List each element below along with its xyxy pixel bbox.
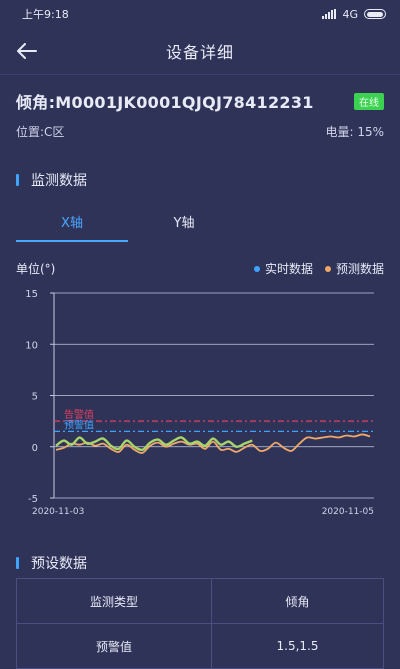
nav-bar: 设备详细 [0, 28, 400, 75]
device-header: 倾角:M0001JK0001QJQJ78412231 在线 [0, 89, 400, 113]
chart-legend: 实时数据 预测数据 [253, 260, 384, 277]
device-meta: 位置:C区 电量: 15% [0, 123, 400, 140]
device-location: 位置:C区 [16, 125, 65, 139]
y-tick-label: 5 [32, 392, 38, 403]
chart-legend-row: 单位(°) 实时数据 预测数据 [0, 260, 400, 277]
table-cell: 监测类型 [15, 578, 213, 624]
section-marker [16, 174, 19, 186]
battery-icon [364, 9, 386, 19]
legend-label-forecast: 预测数据 [335, 262, 384, 276]
status-icons: 4G [322, 8, 386, 21]
series-line-forecast [55, 433, 371, 454]
network-type: 4G [342, 7, 358, 21]
legend-item-realtime: 实时数据 [253, 260, 313, 277]
threshold-label: 告警值 [64, 408, 94, 421]
y-tick-label: 10 [25, 340, 38, 351]
table-cell: 预警值 [15, 623, 213, 669]
table-cell: 1.5,1.5 [211, 623, 384, 669]
status-time: 上午9:18 [22, 8, 69, 21]
x-tick-label: 2020-11-03 [32, 507, 84, 517]
table-row: 预警值 1.5,1.5 [15, 623, 384, 669]
monitor-title-text: 监测数据 [31, 173, 87, 189]
device-battery: 电量: 15% [325, 125, 384, 139]
y-tick-label: -5 [28, 494, 38, 505]
threshold-label: 预警值 [64, 418, 94, 431]
preset-title-text: 预设数据 [31, 556, 87, 572]
page-title: 设备详细 [165, 43, 234, 62]
y-tick-label: 15 [25, 289, 38, 300]
tab-y-axis[interactable]: Y轴 [128, 212, 240, 242]
tab-x-axis[interactable]: X轴 [16, 212, 128, 242]
section-marker [16, 557, 19, 569]
preset-table: 监测类型 倾角 预警值 1.5,1.5 [15, 578, 384, 669]
legend-label-realtime: 实时数据 [264, 262, 313, 276]
line-chart: 15 10 5 0 -5 告警值预警值 2020-11-03 2020-11-05 [25, 289, 374, 517]
legend-dot-icon [324, 265, 331, 272]
preset-section-title: 预设数据 [0, 553, 87, 573]
table-row: 监测类型 倾角 [15, 578, 384, 624]
monitor-section-title: 监测数据 [0, 170, 400, 190]
arrow-left-icon [17, 43, 37, 59]
device-name: 倾角:M0001JK0001QJQJ78412231 [16, 93, 314, 112]
legend-item-forecast: 预测数据 [324, 260, 384, 277]
status-badge: 在线 [354, 92, 384, 110]
x-tick-label: 2020-11-05 [322, 507, 374, 517]
table-cell: 倾角 [211, 578, 384, 624]
legend-dot-icon [253, 265, 260, 272]
signal-icon [322, 9, 337, 19]
status-bar: 上午9:18 4G [0, 0, 400, 28]
unit-label: 单位(°) [16, 262, 56, 276]
axis-tabs: X轴 Y轴 [0, 212, 400, 242]
y-tick-label: 0 [32, 443, 38, 454]
back-button[interactable] [14, 38, 40, 64]
